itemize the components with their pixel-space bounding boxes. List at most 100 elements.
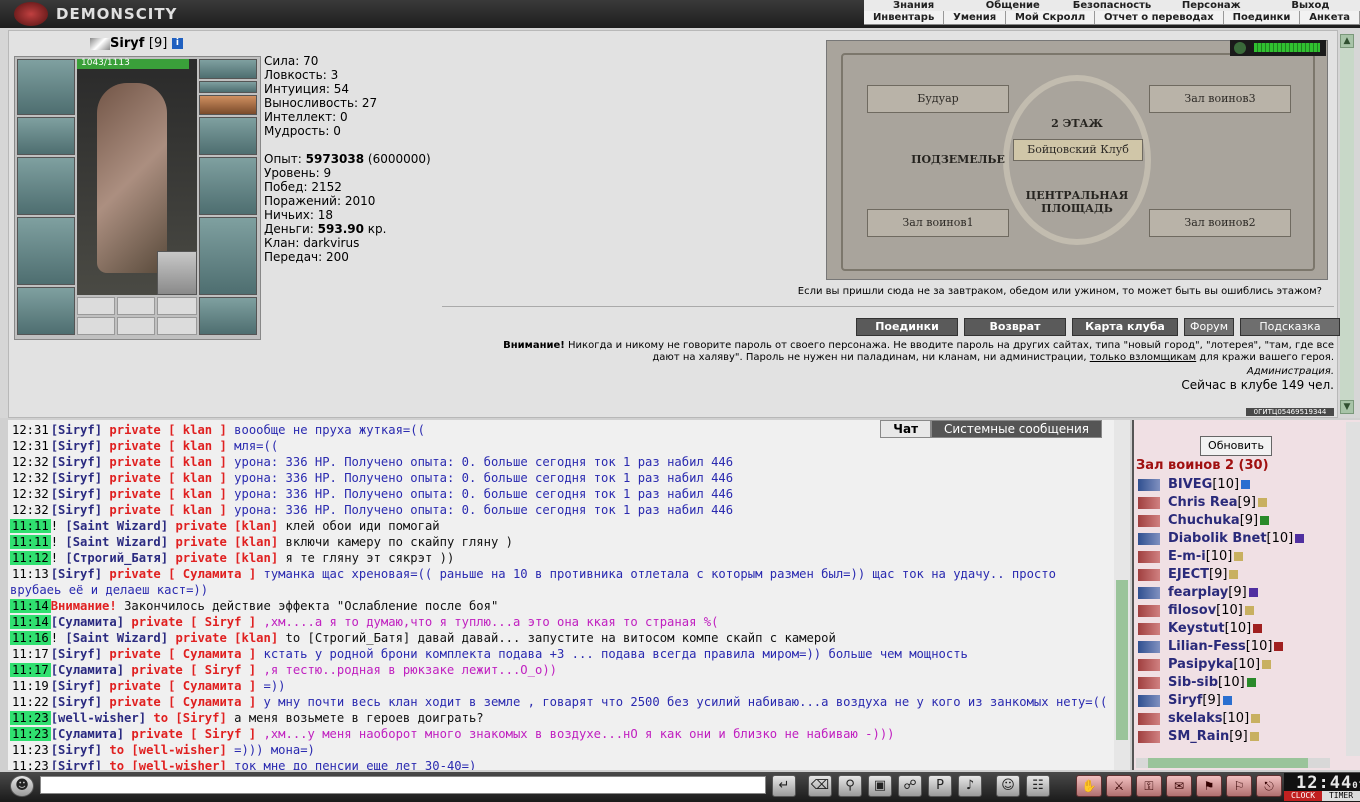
chat-nick[interactable]: [Строгий_Батя]	[65, 551, 168, 565]
tab-system-messages[interactable]: Системные сообщения	[931, 420, 1102, 438]
chat-private-tag[interactable]: to [well-wisher]	[109, 743, 226, 757]
player-info-icon[interactable]	[1251, 714, 1261, 723]
submenu-inventory[interactable]: Инвентарь	[864, 11, 945, 24]
player-row[interactable]: SM_Rain[9]	[1138, 728, 1259, 746]
player-nick[interactable]: fearplay	[1168, 585, 1228, 600]
weapon-slot[interactable]	[17, 157, 75, 215]
scroll-icon[interactable]: ✉	[1166, 775, 1192, 797]
player-row[interactable]: fearplay[9]	[1138, 584, 1258, 602]
submenu-transfer-report[interactable]: Отчет о переводах	[1095, 11, 1224, 24]
room-warriors-hall-3[interactable]: Зал воинов3	[1149, 85, 1291, 113]
chat-private-tag[interactable]: private [ Суламита ]	[109, 567, 256, 581]
chat-time[interactable]: 12:32	[10, 471, 51, 485]
sound-icon[interactable]: ♪	[958, 775, 982, 797]
menu-knowledge[interactable]: Знания	[864, 0, 963, 11]
chat-time[interactable]: 11:17	[10, 647, 51, 661]
chat-time[interactable]: 12:32	[10, 503, 51, 517]
private-message-icon[interactable]	[1138, 496, 1160, 509]
player-nick[interactable]: filosov	[1168, 603, 1216, 618]
return-button[interactable]: Возврат	[964, 318, 1066, 336]
empty-slot[interactable]	[157, 297, 197, 315]
player-info-icon[interactable]	[1244, 606, 1254, 615]
private-message-icon[interactable]	[1138, 550, 1160, 563]
chat-private-tag[interactable]: private [ Суламита ]	[109, 647, 256, 661]
private-message-icon[interactable]	[1138, 532, 1160, 545]
player-info-icon[interactable]	[1229, 570, 1239, 579]
chat-private-tag[interactable]: private [ Siryf ]	[131, 615, 256, 629]
private-message-icon[interactable]	[1138, 568, 1160, 581]
room-warriors-hall-2[interactable]: Зал воинов2	[1149, 209, 1291, 237]
chat-nick[interactable]: [well-wisher]	[51, 711, 146, 725]
chat-nick[interactable]: [Суламита]	[51, 663, 124, 677]
player-nick[interactable]: skelaks	[1168, 711, 1222, 726]
club-map-button[interactable]: Карта клуба	[1072, 318, 1178, 336]
chat-time[interactable]: 11:19	[10, 679, 51, 693]
chat-private-tag[interactable]: to [Siryf]	[153, 711, 226, 725]
eraser-icon[interactable]: ⌫	[808, 775, 832, 797]
chat-private-tag[interactable]: private [ Siryf ]	[131, 663, 256, 677]
chat-time[interactable]: 11:22	[10, 695, 51, 709]
chat-private-tag[interactable]: private [klan]	[175, 551, 278, 565]
scroll-down-icon[interactable]: ▼	[1340, 400, 1354, 414]
chat-nick[interactable]: [Siryf]	[51, 471, 102, 485]
player-row[interactable]: E-m-i[10]	[1138, 548, 1244, 566]
chat-time[interactable]: 11:23	[10, 727, 51, 741]
chat-time[interactable]: 11:23	[10, 743, 51, 757]
chat-time[interactable]: 12:32	[10, 455, 51, 469]
chat-time[interactable]: 11:14	[10, 599, 51, 613]
chat-private-tag[interactable]: private [ Суламита ]	[109, 679, 256, 693]
menu-security[interactable]: Безопасность	[1062, 0, 1161, 11]
player-nick[interactable]: Diabolik Bnet	[1168, 531, 1267, 546]
player-list-vscroll[interactable]	[1346, 422, 1360, 756]
player-row[interactable]: Diabolik Bnet[10]	[1138, 530, 1305, 548]
bracers-slot[interactable]	[17, 117, 75, 155]
private-message-icon[interactable]	[1138, 730, 1160, 743]
key-icon[interactable]: ⚿	[1136, 775, 1162, 797]
player-row[interactable]: EJECT[9]	[1138, 566, 1239, 584]
chat-private-tag[interactable]: private [ klan ]	[109, 423, 226, 437]
player-list-hscroll[interactable]	[1136, 758, 1330, 768]
gloves-slot[interactable]	[199, 117, 257, 155]
empty-slot[interactable]	[77, 317, 115, 335]
chat-private-tag[interactable]: to [well-wisher]	[109, 759, 226, 770]
player-row[interactable]: filosov[10]	[1138, 602, 1254, 620]
player-info-icon[interactable]	[1253, 624, 1263, 633]
refresh-button[interactable]: Обновить	[1200, 436, 1272, 456]
exit-icon[interactable]: ⎋	[1256, 775, 1282, 797]
player-nick[interactable]: Sib-sib	[1168, 675, 1218, 690]
hackers-link[interactable]: только взломщикам	[1090, 352, 1196, 363]
chat-private-tag[interactable]: private [klan]	[175, 519, 278, 533]
player-nick[interactable]: Chuchuka	[1168, 513, 1240, 528]
rings-slot[interactable]	[199, 95, 257, 115]
info-icon[interactable]: i	[171, 38, 183, 49]
chat-time[interactable]: 11:14	[10, 615, 51, 629]
private-message-icon[interactable]	[1138, 676, 1160, 689]
chat-private-tag[interactable]: private [ Siryf ]	[131, 727, 256, 741]
chat-time[interactable]: 11:17	[10, 663, 51, 677]
player-row[interactable]: BIVEG[10]	[1138, 476, 1251, 494]
room-central-square[interactable]: ЦЕНТРАЛЬНАЯ ПЛОЩАДЬ	[1017, 189, 1137, 215]
chat-private-tag[interactable]: private [klan]	[175, 535, 278, 549]
filter-icon[interactable]: ⚲	[838, 775, 862, 797]
submenu-profile[interactable]: Анкета	[1300, 11, 1360, 24]
player-info-icon[interactable]	[1260, 516, 1270, 525]
player-info-icon[interactable]	[1248, 588, 1258, 597]
chat-private-tag[interactable]: private [klan]	[175, 631, 278, 645]
player-info-icon[interactable]	[1274, 642, 1284, 651]
player-info-icon[interactable]	[1234, 552, 1244, 561]
empty-slot[interactable]	[117, 317, 155, 335]
chat-nick[interactable]: [Siryf]	[51, 487, 102, 501]
player-nick[interactable]: Lilian-Fess	[1168, 639, 1246, 654]
empty-slot[interactable]	[77, 297, 115, 315]
clock-mode-button[interactable]: CLOCK	[1284, 791, 1322, 801]
smile-head-icon[interactable]: ☻	[10, 775, 34, 797]
player-row[interactable]: Siryf[9]	[1138, 692, 1232, 710]
chat-nick[interactable]: [Saint Wizard]	[65, 519, 168, 533]
pet-slot[interactable]	[157, 251, 197, 295]
player-row[interactable]: Lilian-Fess[10]	[1138, 638, 1284, 656]
helmet-slot[interactable]	[17, 59, 75, 115]
chat-time[interactable]: 12:32	[10, 487, 51, 501]
chat-nick[interactable]: [Siryf]	[51, 455, 102, 469]
private-message-icon[interactable]	[1138, 514, 1160, 527]
menu-character[interactable]: Персонаж	[1162, 0, 1261, 11]
